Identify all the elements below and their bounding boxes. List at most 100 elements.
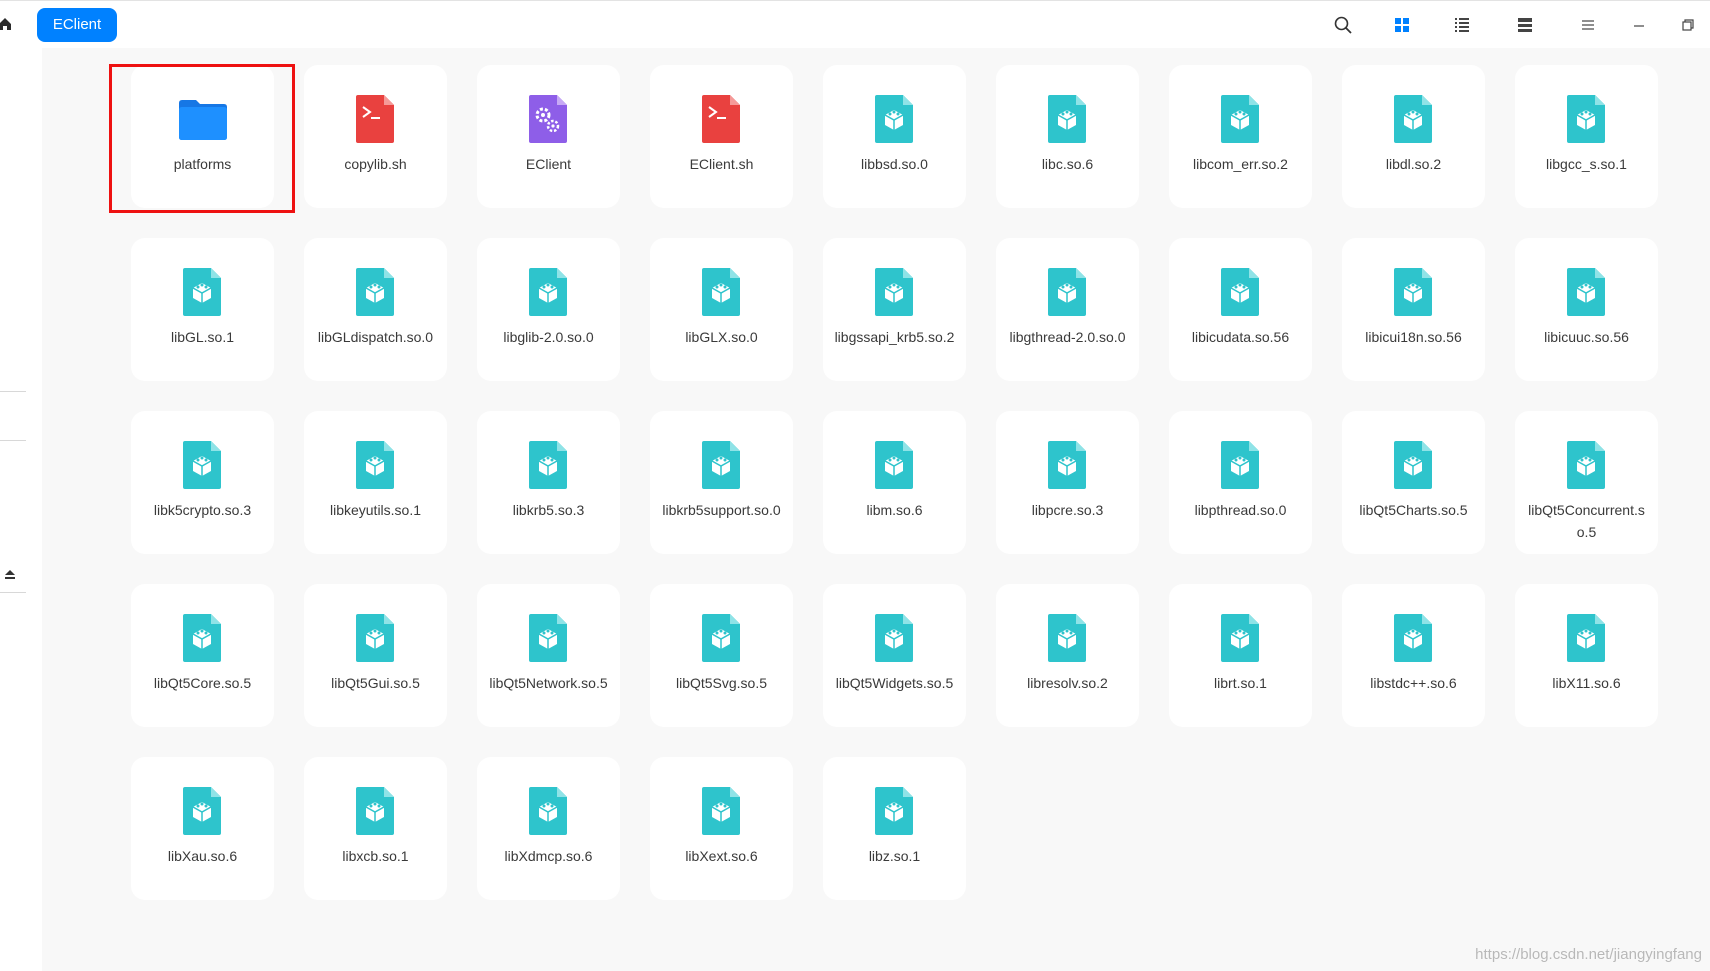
file-item[interactable]: libQt5Charts.so.5 [1342,411,1485,554]
library-icon [350,439,402,491]
library-icon [1042,612,1094,664]
minimize-icon[interactable] [1627,13,1651,37]
library-icon [696,266,748,318]
file-name: libXext.so.6 [685,848,758,864]
library-icon [177,266,229,318]
file-item[interactable]: libX11.so.6 [1515,584,1658,727]
home-icon[interactable] [0,15,12,33]
library-icon [177,612,229,664]
file-item[interactable]: copylib.sh [304,65,447,208]
library-icon [1561,266,1613,318]
library-icon [1042,439,1094,491]
list-view-icon[interactable] [1450,13,1474,37]
file-item[interactable]: libresolv.so.2 [996,584,1139,727]
file-name: libgssapi_krb5.so.2 [834,329,955,345]
file-item[interactable]: libpthread.so.0 [1169,411,1312,554]
file-name: libkrb5support.so.0 [662,502,781,518]
file-name: libQt5Core.so.5 [153,675,252,691]
file-item[interactable]: libQt5Widgets.so.5 [823,584,966,727]
file-item[interactable]: libc.so.6 [996,65,1139,208]
library-icon [1042,93,1094,145]
file-item[interactable]: libbsd.so.0 [823,65,966,208]
file-view: platforms copylib.sh EClient EClient.sh … [42,48,1710,971]
file-name: libz.so.1 [868,848,921,864]
library-icon [869,439,921,491]
icon-view-icon[interactable] [1390,13,1414,37]
file-name: libxcb.so.1 [342,848,409,864]
eject-icon[interactable] [5,570,15,579]
file-name: librt.so.1 [1214,675,1267,691]
file-item[interactable]: libGL.so.1 [131,238,274,381]
file-item[interactable]: libGLdispatch.so.0 [304,238,447,381]
menu-icon[interactable] [1576,13,1600,37]
file-item[interactable]: libQt5Core.so.5 [131,584,274,727]
file-name: libc.so.6 [1041,156,1094,172]
file-item[interactable]: libicuuc.so.56 [1515,238,1658,381]
file-name: libGLX.so.0 [685,329,758,345]
file-name: platforms [173,156,232,172]
library-icon [1561,612,1613,664]
file-name: libgthread-2.0.so.0 [1009,329,1126,345]
file-item[interactable]: libgssapi_krb5.so.2 [823,238,966,381]
file-item[interactable]: libstdc++.so.6 [1342,584,1485,727]
file-item[interactable]: libxcb.so.1 [304,757,447,900]
folder-icon [177,93,229,145]
file-name: libpcre.so.3 [1031,502,1104,518]
file-item[interactable]: EClient [477,65,620,208]
file-item[interactable]: libXau.so.6 [131,757,274,900]
file-item[interactable]: libQt5Gui.so.5 [304,584,447,727]
file-name: libXdmcp.so.6 [504,848,593,864]
file-name: libcom_err.so.2 [1193,156,1288,172]
search-icon[interactable] [1331,13,1355,37]
sidebar-divider [0,592,26,593]
file-item[interactable]: libgthread-2.0.so.0 [996,238,1139,381]
script-icon [696,93,748,145]
file-item[interactable]: EClient.sh [650,65,793,208]
file-item[interactable]: libQt5Network.so.5 [477,584,620,727]
file-item[interactable]: libicudata.so.56 [1169,238,1312,381]
folder-item[interactable]: platforms [131,65,274,208]
library-icon [869,612,921,664]
library-icon [1388,612,1440,664]
library-icon [1215,612,1267,664]
file-item[interactable]: libz.so.1 [823,757,966,900]
file-name: libpthread.so.0 [1194,502,1287,518]
file-item[interactable]: libQt5Concurrent.so.5 [1515,411,1658,554]
file-item[interactable]: libm.so.6 [823,411,966,554]
file-item[interactable]: libkeyutils.so.1 [304,411,447,554]
file-item[interactable]: libglib-2.0.so.0 [477,238,620,381]
library-icon [1215,93,1267,145]
detail-view-icon[interactable] [1513,13,1537,37]
file-item[interactable]: libk5crypto.so.3 [131,411,274,554]
file-name: libQt5Charts.so.5 [1359,502,1468,518]
file-name: EClient [525,156,572,172]
file-item[interactable]: libGLX.so.0 [650,238,793,381]
file-item[interactable]: libkrb5.so.3 [477,411,620,554]
file-item[interactable]: libdl.so.2 [1342,65,1485,208]
file-name: libresolv.so.2 [1027,675,1108,691]
file-item[interactable]: librt.so.1 [1169,584,1312,727]
file-item[interactable]: libcom_err.so.2 [1169,65,1312,208]
file-item[interactable]: libicui18n.so.56 [1342,238,1485,381]
library-icon [350,266,402,318]
file-item[interactable]: libXext.so.6 [650,757,793,900]
file-name: libX11.so.6 [1552,675,1621,691]
file-item[interactable]: libXdmcp.so.6 [477,757,620,900]
watermark: https://blog.csdn.net/jiangyingfang [1475,946,1702,963]
file-item[interactable]: libgcc_s.so.1 [1515,65,1658,208]
file-name: libglib-2.0.so.0 [503,329,594,345]
file-name: libGLdispatch.so.0 [317,329,434,345]
file-item[interactable]: libpcre.so.3 [996,411,1139,554]
maximize-icon[interactable] [1676,13,1700,37]
file-name: libicui18n.so.56 [1365,329,1462,345]
file-item[interactable]: libkrb5support.so.0 [650,411,793,554]
file-name: libicudata.so.56 [1191,329,1290,345]
file-item[interactable]: libQt5Svg.so.5 [650,584,793,727]
executable-icon [523,93,575,145]
library-icon [1561,439,1613,491]
library-icon [523,266,575,318]
library-icon [1388,93,1440,145]
breadcrumb-current[interactable]: EClient [37,8,117,42]
script-icon [350,93,402,145]
library-icon [523,439,575,491]
